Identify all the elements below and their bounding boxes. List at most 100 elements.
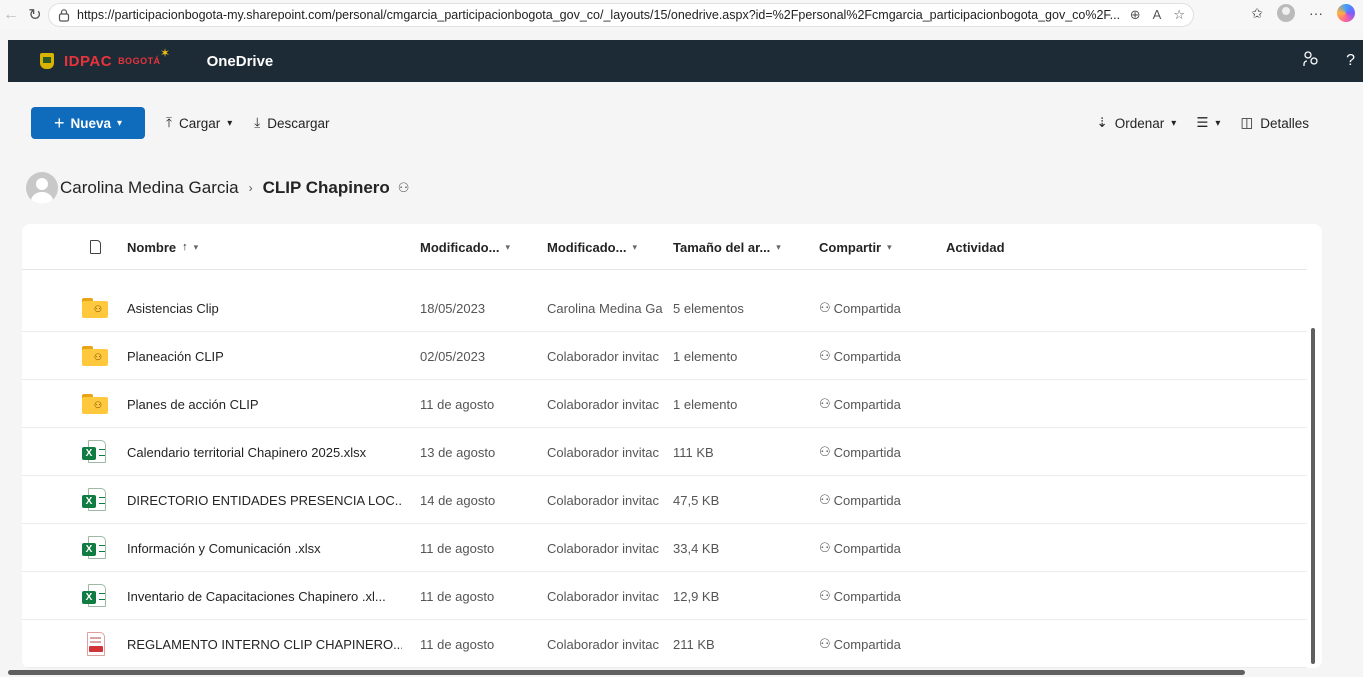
item-modified: 11 de agosto [420,396,495,412]
profile-avatar[interactable] [1277,4,1295,22]
zoom-icon[interactable]: ⊕ [1130,7,1141,23]
back-icon[interactable]: ← [0,4,22,26]
share-people-icon[interactable] [1302,50,1320,73]
column-modified[interactable]: Modificado... ▾ [420,224,510,270]
app-header: IDPAC BOGOTÁ ✶ OneDrive ? [8,40,1363,82]
sort-label: Ordenar [1114,115,1165,131]
upload-label: Cargar [178,115,221,131]
item-name[interactable]: Planeación CLIP [127,332,402,380]
excel-file-icon: X [82,440,108,464]
item-modified: 18/05/2023 [420,300,486,316]
item-name[interactable]: Planes de acción CLIP [127,380,402,428]
refresh-icon[interactable]: ↻ [24,4,46,26]
item-name[interactable]: Asistencias Clip [127,284,402,332]
item-modified: 02/05/2023 [420,348,486,364]
list-item[interactable]: X Información y Comunicación .xlsx 11 de… [22,524,1307,572]
shared-folder-icon: ⚇ [82,298,108,318]
list-item[interactable]: ⚇ Planes de acción CLIP 11 de agosto Col… [22,380,1307,428]
item-sharing[interactable]: ⚇ Compartida [819,332,939,380]
address-bar[interactable]: https://participacionbogota-my.sharepoin… [48,3,1194,27]
column-sharing[interactable]: Compartir ▾ [819,224,892,270]
favorites-icon[interactable]: ✩ [1251,5,1263,22]
download-label: Descargar [267,115,330,131]
item-modified-by: Colaborador invitac [547,492,660,508]
column-size-label: Tamaño del ar... [673,239,771,255]
details-label: Detalles [1260,115,1309,131]
people-icon: ⚇ [819,444,831,459]
list-item[interactable]: X Inventario de Capacitaciones Chapinero… [22,572,1307,620]
star-icon: ✶ [160,46,171,60]
item-name[interactable]: DIRECTORIO ENTIDADES PRESENCIA LOC... [127,476,402,524]
view-options-button[interactable]: ☰ ▾ [1196,115,1220,131]
list-item[interactable]: X DIRECTORIO ENTIDADES PRESENCIA LOC... … [22,476,1307,524]
new-button[interactable]: + Nueva ▾ [31,107,145,139]
chevron-down-icon: ▾ [505,241,510,252]
new-button-label: Nueva [70,115,111,131]
help-button[interactable]: ? [1346,52,1355,70]
item-size: 12,9 KB [673,588,720,604]
copilot-icon[interactable] [1337,4,1355,22]
org-logo[interactable]: IDPAC BOGOTÁ ✶ OneDrive [8,40,273,82]
horizontal-scrollbar[interactable] [8,670,1245,675]
owner-avatar [26,172,58,204]
column-modified-by-label: Modificado... [547,239,627,255]
column-modified-by[interactable]: Modificado... ▾ [547,224,637,270]
shared-folder-icon: ⚇ [82,346,108,366]
logo-subtext: BOGOTÁ ✶ [118,46,171,66]
item-name[interactable]: Calendario territorial Chapinero 2025.xl… [127,428,402,476]
breadcrumb-owner[interactable]: Carolina Medina Garcia [60,178,239,198]
item-sharing[interactable]: ⚇ Compartida [819,428,939,476]
app-title[interactable]: OneDrive [207,53,274,70]
lock-icon[interactable] [57,8,71,22]
shield-logo-icon [40,53,54,69]
item-sharing[interactable]: ⚇ Compartida [819,524,939,572]
more-icon[interactable]: ··· [1309,5,1323,21]
item-modified-by: Carolina Medina Ga [547,300,663,316]
shared-people-icon: ⚇ [397,180,410,195]
upload-button[interactable]: ⤒ Cargar ▾ [166,115,232,131]
chevron-down-icon: ▾ [117,117,123,129]
chevron-down-icon: ▾ [887,241,892,252]
read-aloud-icon[interactable]: A [1153,7,1162,23]
item-size: 1 elemento [673,348,738,364]
column-activity-label: Actividad [946,239,1005,255]
item-name[interactable]: Información y Comunicación .xlsx [127,524,402,572]
vertical-scrollbar[interactable] [1311,328,1315,664]
item-modified: 11 de agosto [420,540,495,556]
list-item[interactable]: ⚇ Planeación CLIP 02/05/2023 Colaborador… [22,332,1307,380]
list-item[interactable]: REGLAMENTO INTERNO CLIP CHAPINERO... 11 … [22,620,1307,668]
logo-text: IDPAC [64,52,113,70]
item-modified: 13 de agosto [420,444,496,460]
column-name[interactable]: Nombre ↑ ▾ [127,224,198,270]
item-name[interactable]: Inventario de Capacitaciones Chapinero .… [127,572,402,620]
chevron-down-icon: ▾ [776,241,781,252]
people-icon: ⚇ [819,540,831,555]
excel-file-icon: X [82,536,108,560]
list-item[interactable]: X Calendario territorial Chapinero 2025.… [22,428,1307,476]
browser-toolbar: ← ↻ https://participacionbogota-my.share… [0,0,1363,30]
item-sharing[interactable]: ⚇ Compartida [819,572,939,620]
details-button[interactable]: ◫ Detalles [1240,115,1309,131]
item-size: 5 elementos [673,300,744,316]
column-size[interactable]: Tamaño del ar... ▾ [673,224,781,270]
item-sharing-label: Compartida [833,492,901,508]
item-sharing[interactable]: ⚇ Compartida [819,476,939,524]
item-sharing-label: Compartida [833,396,901,412]
item-size: 1 elemento [673,396,738,412]
sort-button[interactable]: ⇣ Ordenar ▾ [1096,115,1176,131]
item-name[interactable]: REGLAMENTO INTERNO CLIP CHAPINERO... [127,620,402,668]
people-icon: ⚇ [819,492,831,507]
chevron-right-icon: › [248,181,253,195]
list-item[interactable]: ⚇ Asistencias Clip 18/05/2023 Carolina M… [22,284,1307,332]
plus-icon: + [53,113,65,133]
item-modified-by: Colaborador invitac [547,588,660,604]
item-sharing-label: Compartida [833,444,901,460]
item-sharing[interactable]: ⚇ Compartida [819,284,939,332]
item-sharing[interactable]: ⚇ Compartida [819,380,939,428]
item-sharing[interactable]: ⚇ Compartida [819,620,939,668]
list-view-icon: ☰ [1196,115,1209,130]
download-button[interactable]: ⤓ Descargar [254,115,329,131]
favorite-star-icon[interactable]: ☆ [1173,7,1185,23]
column-activity[interactable]: Actividad [946,224,1005,270]
file-type-column-icon[interactable] [90,224,101,270]
